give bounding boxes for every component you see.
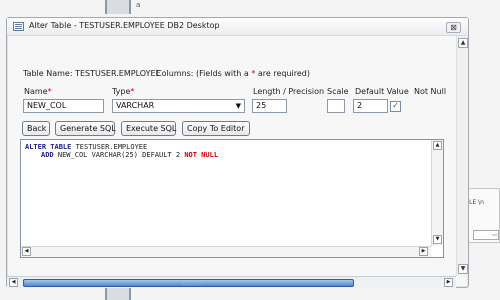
copy-to-editor-button[interactable]: Copy To Editor	[182, 121, 250, 136]
background-window-strip-bottom	[105, 288, 131, 300]
required-star: *	[130, 87, 135, 96]
sql-table-name: TESTUSER.EMPLOYEE	[75, 143, 148, 151]
sql-column-definition: NEW_COL VARCHAR(25) DEFAULT 2	[57, 151, 181, 159]
scroll-right-arrow-icon[interactable]: ▶	[419, 247, 428, 256]
not-null-checkbox[interactable]: ✓	[390, 101, 401, 112]
sql-line-1: ALTER TABLE TESTUSER.EMPLOYEE	[25, 143, 147, 151]
generate-sql-button[interactable]: Generate SQL	[55, 121, 116, 136]
title-bar[interactable]: Alter Table - TESTUSER.EMPLOYEE DB2 Desk…	[7, 18, 468, 36]
not-null-label: Not Null	[414, 87, 447, 96]
scroll-up-arrow-icon[interactable]: ▲	[433, 141, 442, 150]
background-text: a	[136, 1, 141, 9]
sql-keyword: NOT NULL	[184, 151, 219, 159]
type-label-text: Type	[112, 87, 131, 96]
scroll-left-arrow-icon[interactable]: ◀	[9, 278, 18, 287]
sql-keyword: ADD	[41, 151, 54, 159]
sql-line-2: ADD NEW_COL VARCHAR(25) DEFAULT 2 NOT NU…	[41, 151, 218, 159]
editor-vertical-scrollbar[interactable]: ▲ ▼	[431, 140, 443, 246]
dialog-vertical-scrollbar[interactable]: ▲ ▼	[456, 36, 468, 276]
default-value-input[interactable]: 2	[353, 99, 388, 113]
length-input[interactable]: 25	[252, 99, 287, 113]
type-select-value: VARCHAR	[116, 101, 155, 110]
sql-editor[interactable]: ALTER TABLE TESTUSER.EMPLOYEE ADD NEW_CO…	[20, 139, 444, 258]
scroll-down-arrow-icon[interactable]: ▼	[433, 235, 442, 244]
close-button[interactable]: ⊠	[446, 22, 461, 33]
scroll-down-arrow-icon[interactable]: ▼	[458, 264, 468, 274]
columns-info-prefix: Columns: (Fields with a	[156, 69, 252, 78]
columns-info-suffix: are required)	[255, 69, 310, 78]
scrollbar-thumb[interactable]: ::::::::::	[23, 279, 354, 287]
scale-label: Scale	[327, 87, 349, 96]
editor-horizontal-scrollbar[interactable]: ◀ ▶	[21, 246, 431, 257]
back-button[interactable]: Back	[22, 121, 50, 136]
grip-icon: ::::::::::	[182, 280, 203, 287]
type-select[interactable]: VARCHAR ▼	[112, 99, 245, 113]
window-title: Alter Table - TESTUSER.EMPLOYEE DB2 Desk…	[29, 21, 220, 30]
scale-input[interactable]	[327, 99, 345, 113]
scroll-left-arrow-icon[interactable]: ◀	[22, 247, 31, 256]
default-value-label: Default Value	[355, 87, 409, 96]
sql-keyword: ALTER TABLE	[25, 143, 72, 151]
name-label-text: Name	[24, 87, 48, 96]
dialog-horizontal-scrollbar[interactable]: ◀ :::::::::: ▶	[7, 276, 456, 288]
scroll-right-arrow-icon[interactable]: ▶	[444, 278, 453, 287]
length-precision-label: Length / Precision	[253, 87, 325, 96]
columns-info-label: Columns: (Fields with a * are required)	[156, 69, 310, 78]
chevron-down-icon: ▼	[235, 102, 241, 110]
column-name-input[interactable]: NEW_COL	[23, 99, 104, 113]
type-label: Type*	[112, 87, 134, 96]
background-window-strip-top	[105, 0, 131, 14]
table-name-label: Table Name: TESTUSER.EMPLOYEE	[23, 69, 161, 78]
background-panel-input: ⇨	[473, 230, 499, 240]
scroll-up-arrow-icon[interactable]: ▲	[458, 38, 468, 48]
required-star: *	[47, 87, 52, 96]
execute-sql-button[interactable]: Execute SQL	[121, 121, 176, 136]
alter-table-dialog: Alter Table - TESTUSER.EMPLOYEE DB2 Desk…	[6, 17, 469, 288]
table-icon	[13, 22, 24, 31]
name-label: Name*	[24, 87, 52, 96]
